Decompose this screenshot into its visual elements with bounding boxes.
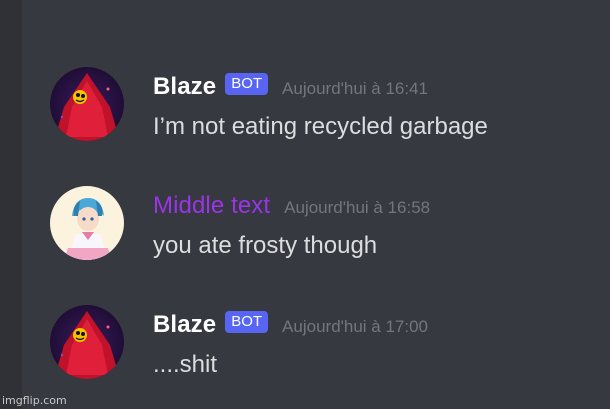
- message-content: you ate frosty though: [153, 232, 378, 259]
- chat-message: Middle text Aujourd'hui à 16:58 you ate …: [50, 186, 590, 266]
- message-content: ....shit: [153, 351, 218, 378]
- message-header: Blaze BOT Aujourd'hui à 16:41: [153, 73, 428, 101]
- avatar[interactable]: [50, 186, 124, 260]
- chat-message: Blaze BOT Aujourd'hui à 16:41 I’m not ea…: [50, 67, 590, 147]
- bot-badge: BOT: [225, 73, 269, 95]
- red-creature-avatar-icon: [50, 67, 124, 141]
- timestamp: Aujourd'hui à 16:41: [282, 79, 429, 98]
- watermark: imgflip.com: [2, 394, 67, 407]
- avatar[interactable]: [50, 67, 124, 141]
- timestamp: Aujourd'hui à 16:58: [284, 198, 431, 217]
- message-content: I’m not eating recycled garbage: [153, 113, 488, 140]
- red-creature-avatar-icon: [50, 305, 124, 379]
- bot-badge: BOT: [225, 311, 269, 333]
- timestamp: Aujourd'hui à 17:00: [282, 317, 429, 336]
- sidebar-edge: [0, 0, 22, 409]
- avatar[interactable]: [50, 305, 124, 379]
- message-header: Blaze BOT Aujourd'hui à 17:00: [153, 311, 428, 339]
- username[interactable]: Middle text: [153, 192, 270, 220]
- username[interactable]: Blaze: [153, 311, 216, 339]
- message-header: Middle text Aujourd'hui à 16:58: [153, 192, 430, 220]
- username[interactable]: Blaze: [153, 73, 216, 101]
- anime-character-avatar-icon: [50, 186, 124, 260]
- chat-message: Blaze BOT Aujourd'hui à 17:00 ....shit: [50, 305, 590, 385]
